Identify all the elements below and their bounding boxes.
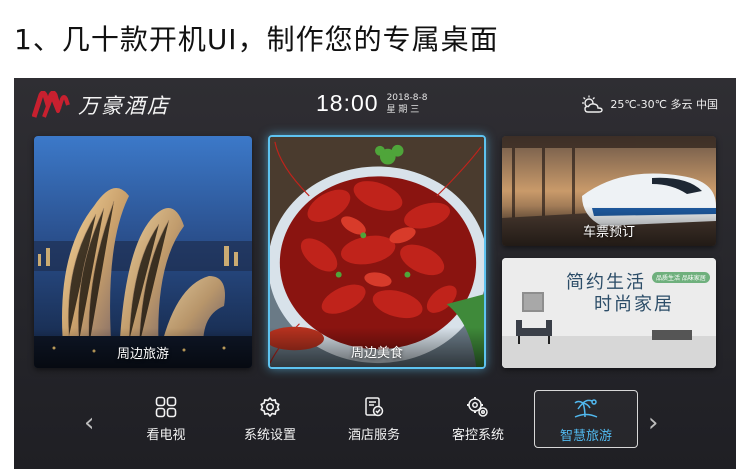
- clock-weekday: 星 期 三: [386, 104, 420, 115]
- menu-item-label: 看电视: [146, 428, 186, 443]
- menu-item-hotel-service[interactable]: 酒店服务: [322, 390, 426, 448]
- clock-date: 2018-8-8: [386, 92, 428, 103]
- menu-item-label: 酒店服务: [347, 428, 400, 443]
- home-ad-title-line2: 时尚家居: [594, 294, 674, 315]
- tile-nearby-tour[interactable]: 周边旅游: [34, 136, 252, 368]
- island-icon: [574, 399, 598, 418]
- sun-cloud-icon: [580, 95, 604, 113]
- tv-launcher-screen: 万豪酒店 18:00 2018-8-8 星 期 三 25℃-30℃ 多云 中国: [14, 78, 736, 469]
- menu-item-settings[interactable]: 系统设置: [218, 390, 322, 448]
- tile-label: 车票预订: [582, 225, 635, 240]
- clock-date-block: 2018-8-8 星 期 三: [387, 92, 428, 116]
- home-ad-title-line1: 简约生活: [566, 272, 646, 293]
- hotel-logo: 万豪酒店: [32, 90, 170, 120]
- gears-icon: [467, 397, 488, 417]
- tile-label: 周边美食: [350, 346, 403, 361]
- marriott-logo-icon: [32, 91, 70, 119]
- menu-item-smart-travel[interactable]: 智慧旅游: [534, 390, 638, 448]
- menu-item-room-control[interactable]: 客控系统: [426, 390, 530, 448]
- gear-icon: [260, 397, 280, 417]
- service-icon: [365, 397, 384, 417]
- tile-home-decor[interactable]: 简约生活 时尚家居 品质生活 品味家居: [502, 258, 716, 368]
- clock-time: 18:00: [316, 90, 379, 116]
- home-ad-badge: 品质生活 品味家居: [652, 272, 710, 283]
- tile-label: 周边旅游: [116, 347, 169, 362]
- tile-nearby-food[interactable]: 周边美食: [268, 135, 486, 369]
- menu-item-label: 系统设置: [243, 428, 296, 443]
- chevron-right-icon[interactable]: ›: [648, 410, 658, 436]
- weather-widget: 25℃-30℃ 多云 中国: [580, 95, 718, 113]
- grid-icon: [155, 396, 177, 418]
- page-caption: 1、几十款开机UI，制作您的专属桌面: [14, 23, 499, 56]
- tile-ticket-booking[interactable]: 车票预订: [502, 136, 716, 246]
- weather-text: 25℃-30℃ 多云 中国: [610, 98, 718, 111]
- menu-item-label: 智慧旅游: [559, 429, 612, 444]
- hotel-name: 万豪酒店: [78, 94, 170, 118]
- menu-item-label: 客控系统: [451, 428, 504, 443]
- clock: 18:00 2018-8-8 星 期 三: [316, 90, 427, 117]
- chevron-left-icon[interactable]: ‹: [84, 410, 94, 436]
- menu-item-tv[interactable]: 看电视: [114, 390, 218, 448]
